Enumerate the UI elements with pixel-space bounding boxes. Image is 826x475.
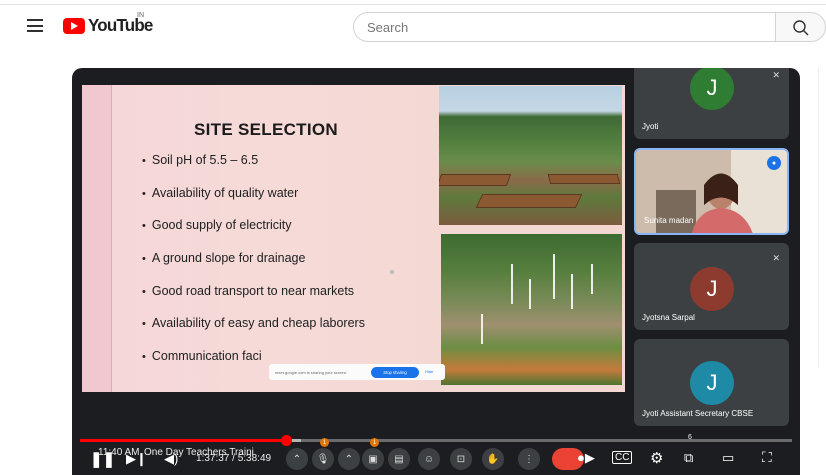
region-code: IN (137, 12, 144, 19)
participant-tile-speaking: ● Sunita madan (634, 148, 789, 235)
emoji-icon: ☺ (418, 448, 440, 470)
slide-bullets: Soil pH of 5.5 – 6.5 Availability of qua… (142, 153, 365, 382)
avatar: J (690, 267, 734, 311)
presentation-slide: SITE SELECTION Soil pH of 5.5 – 6.5 Avai… (82, 85, 625, 392)
garden-photo-raised-beds (439, 86, 622, 225)
participant-tile: J Jyoti Assistant Secretary CBSE (634, 339, 789, 426)
miniplayer-icon[interactable]: ⧉ (684, 450, 693, 466)
fullscreen-icon[interactable]: ⛶ (762, 449, 772, 466)
participant-name: Jyoti (642, 122, 659, 131)
notification-badge: 1 (370, 438, 379, 447)
masthead: YouTube IN Search (0, 0, 826, 56)
bullet-item: Good supply of electricity (142, 218, 365, 251)
avatar: J (690, 361, 734, 405)
participant-name: Jyoti Assistant Secretary CBSE (642, 409, 754, 418)
meeting-clock: 11:40 AM (98, 447, 140, 458)
avatar: J (690, 68, 734, 110)
hide-button[interactable]: Hide (425, 369, 433, 374)
autoplay-toggle-icon[interactable]: ●▶ (577, 450, 595, 466)
bullet-item: Availability of easy and cheap laborers (142, 316, 365, 349)
search-input[interactable]: Search (353, 12, 776, 42)
participant-name: Jyotsna Sarpal (642, 313, 695, 322)
mic-icon: 🎙 (312, 448, 334, 470)
top-divider (0, 4, 826, 5)
bullet-item: Good road transport to near markets (142, 284, 365, 317)
sidebar-edge (818, 68, 826, 368)
captions-meet-icon: ▤ (388, 448, 410, 470)
participant-tile: ✕ J Jyoti (634, 68, 789, 139)
raise-hand-icon: ✋ (482, 448, 504, 470)
youtube-logo[interactable]: YouTube (63, 16, 153, 36)
garden-photo-rows (441, 234, 622, 385)
share-notice-text: meet.google.com is sharing your screen. (275, 369, 348, 375)
chevron-up-icon: ⌃ (286, 448, 308, 470)
mic-off-icon: ✕ (772, 70, 780, 80)
settings-icon[interactable]: ⚙ (650, 449, 663, 467)
chevron-up-icon: ⌃ (338, 448, 360, 470)
search-button[interactable] (775, 12, 826, 42)
captions-icon[interactable]: CC (612, 451, 633, 464)
meet-counter: 6 (688, 434, 692, 441)
progress-played (80, 439, 287, 442)
mic-off-icon: ✕ (772, 253, 780, 263)
present-icon: ⊡ (450, 448, 472, 470)
youtube-play-icon (63, 18, 85, 34)
stop-sharing-button[interactable]: Stop sharing (371, 367, 419, 378)
bullet-item: A ground slope for drainage (142, 251, 365, 284)
camera-icon: ▣ (362, 448, 384, 470)
bullet-item: Soil pH of 5.5 – 6.5 (142, 153, 365, 186)
progress-bar[interactable] (80, 435, 792, 446)
speaking-indicator-icon: ● (767, 156, 781, 170)
notification-badge: 1 (320, 438, 329, 447)
player-controls: ❚❚ ▶❙ ◀) 11:40 AM One Day Teachers Train… (72, 434, 800, 475)
video-player[interactable]: SITE SELECTION Soil pH of 5.5 – 6.5 Avai… (72, 68, 800, 475)
theater-mode-icon[interactable]: ▭ (722, 450, 734, 466)
mouse-cursor (390, 270, 394, 274)
search-placeholder: Search (367, 19, 409, 35)
menu-icon[interactable] (27, 19, 43, 32)
participant-name: Sunita madan (644, 216, 694, 225)
search-icon (793, 20, 809, 36)
time-display: 1:37:37 / 5:38:49 (196, 453, 272, 464)
bullet-item: Availability of quality water (142, 186, 365, 219)
more-options-icon: ⋮ (518, 448, 540, 470)
participant-tile: ✕ J Jyotsna Sarpal (634, 243, 789, 330)
slide-title: SITE SELECTION (194, 120, 338, 139)
screen-share-notice: meet.google.com is sharing your screen. … (269, 364, 445, 380)
slide-strip (82, 85, 112, 392)
